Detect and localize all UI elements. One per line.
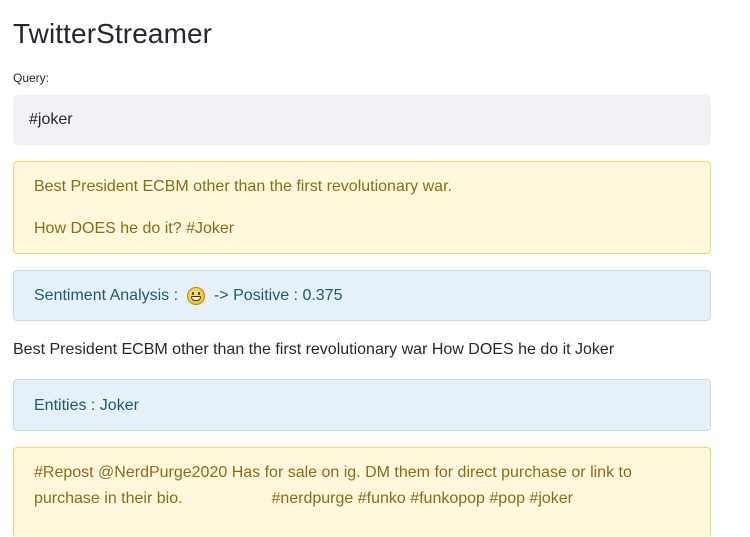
sentiment-result: -> Positive : 0.375 xyxy=(209,287,343,304)
sentiment-row: Sentiment Analysis : -> Positive : 0.375 xyxy=(34,287,342,305)
tweet-text-line: #Repost @NerdPurge2020 Has for sale on i… xyxy=(34,464,632,481)
sentiment-alert: Sentiment Analysis : -> Positive : 0.375 xyxy=(13,270,711,321)
tweet-text-line: purchase in their bio. #nerdpurge #funko… xyxy=(34,490,574,507)
cleaned-tweet-text: Best President ECBM other than the first… xyxy=(13,341,615,358)
tweet-text-line: How DOES he do it? #Joker xyxy=(34,220,235,237)
query-input[interactable] xyxy=(13,95,711,145)
tweet-text-line: Best President ECBM other than the first… xyxy=(34,178,452,195)
entities-alert: Entities : Joker xyxy=(13,379,711,431)
page-title: TwitterStreamer xyxy=(13,18,213,49)
entities-text: Entities : Joker xyxy=(34,397,139,414)
grimacing-face-icon xyxy=(186,287,205,305)
tweet-alert: Best President ECBM other than the first… xyxy=(13,161,711,254)
tweet-alert: #Repost @NerdPurge2020 Has for sale on i… xyxy=(13,447,711,537)
sentiment-prefix: Sentiment Analysis : xyxy=(34,287,183,304)
query-label: Query: xyxy=(13,71,50,85)
